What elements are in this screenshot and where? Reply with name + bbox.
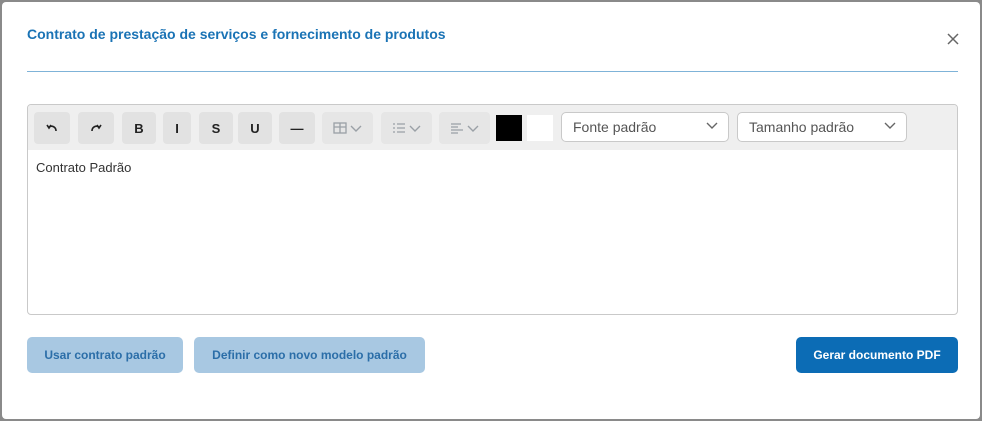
align-dropdown[interactable]: [439, 112, 490, 144]
use-default-contract-button[interactable]: Usar contrato padrão: [27, 337, 183, 373]
rich-text-editor: B I S U — Fonte padrão Tamanho padrão Co…: [27, 104, 958, 315]
table-icon: [332, 122, 361, 134]
list-icon: [392, 123, 420, 133]
list-dropdown[interactable]: [381, 112, 432, 144]
undo-button[interactable]: [34, 112, 70, 144]
bold-button[interactable]: B: [122, 112, 156, 144]
redo-icon: [91, 124, 102, 132]
generate-pdf-button[interactable]: Gerar documento PDF: [796, 337, 958, 373]
font-family-select[interactable]: Fonte padrão: [561, 112, 729, 142]
chevron-down-icon: [706, 122, 718, 129]
modal-title: Contrato de prestação de serviços e forn…: [27, 26, 446, 42]
editor-content[interactable]: Contrato Padrão: [36, 160, 131, 175]
font-size-value: Tamanho padrão: [749, 119, 855, 135]
font-size-select[interactable]: Tamanho padrão: [737, 112, 907, 142]
table-dropdown[interactable]: [322, 112, 373, 144]
close-icon: [947, 33, 959, 45]
undo-icon: [46, 124, 57, 132]
background-color-swatch[interactable]: [527, 115, 553, 141]
contract-modal: Contrato de prestação de serviços e forn…: [2, 2, 980, 419]
redo-button[interactable]: [78, 112, 114, 144]
chevron-down-icon: [884, 122, 896, 129]
title-divider: [27, 71, 958, 72]
text-color-swatch[interactable]: [496, 115, 522, 141]
align-left-icon: [450, 123, 478, 134]
set-default-template-button[interactable]: Definir como novo modelo padrão: [194, 337, 425, 373]
font-family-value: Fonte padrão: [573, 119, 657, 135]
underline-button[interactable]: U: [238, 112, 272, 144]
close-button[interactable]: [942, 28, 964, 50]
strikethrough-button[interactable]: S: [199, 112, 233, 144]
italic-button[interactable]: I: [163, 112, 191, 144]
horizontal-rule-button[interactable]: —: [279, 112, 315, 144]
editor-toolbar: B I S U — Fonte padrão Tamanho padrão: [28, 105, 957, 150]
